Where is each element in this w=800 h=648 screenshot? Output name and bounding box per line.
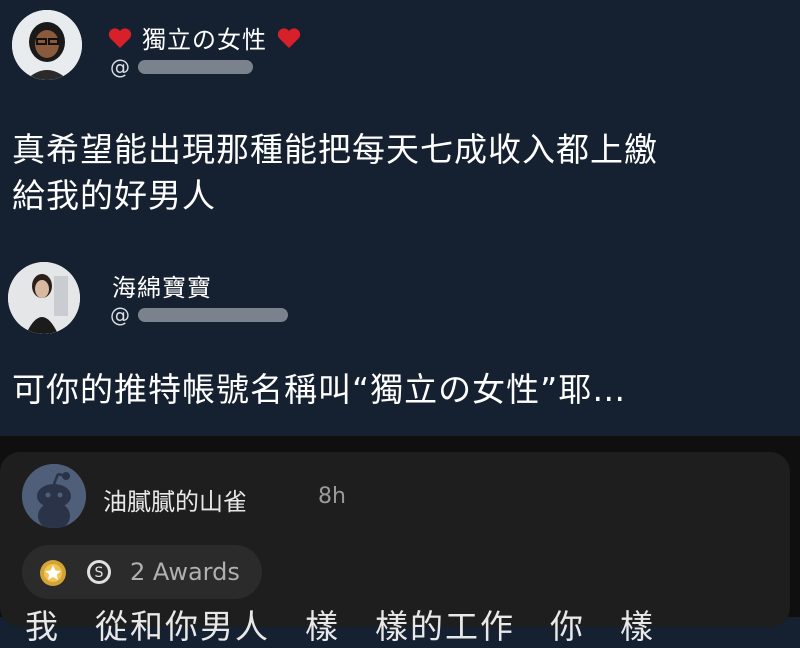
handle-redacted <box>138 60 253 74</box>
silver-award-icon: S <box>87 560 111 584</box>
handle-redacted <box>138 308 288 322</box>
handle[interactable]: @ <box>110 55 253 79</box>
svg-text:S: S <box>95 565 104 581</box>
tweet-text-line: 給我的好男人 <box>12 176 216 215</box>
comment-body: 我 從和你男人 樣 樣的工作 你 樣 <box>25 607 655 646</box>
heart-icon <box>108 27 132 48</box>
tweet-text-line: 真希望能出現那種能把每天七成收入都上繳 <box>12 130 658 169</box>
gold-award-icon <box>40 560 66 586</box>
tweet-text: 真希望能出現那種能把每天七成收入都上繳 給我的好男人 <box>12 127 658 219</box>
handle-at: @ <box>110 303 130 327</box>
handle[interactable]: @ <box>110 303 288 327</box>
post2-name-row: 海綿寶寶 <box>112 268 212 303</box>
display-name[interactable]: 海綿寶寶 <box>112 268 212 303</box>
avatar[interactable] <box>8 262 80 334</box>
tweet-text: 可你的推特帳號名稱叫“獨立の女性”耶… <box>12 367 626 413</box>
comment-timestamp: 8h <box>318 484 346 509</box>
handle-at: @ <box>110 55 130 79</box>
post1-name-row: 獨立の女性 <box>108 20 301 55</box>
reddit-snoo-avatar[interactable] <box>22 464 86 528</box>
heart-icon <box>277 27 301 48</box>
tweet-text-line: 可你的推特帳號名稱叫“獨立の女性”耶… <box>12 370 627 409</box>
display-name[interactable]: 獨立の女性 <box>142 20 267 55</box>
comment-username[interactable]: 油膩膩的山雀 <box>103 482 247 517</box>
awards-count[interactable]: 2 Awards <box>130 558 240 586</box>
avatar[interactable] <box>12 10 82 80</box>
